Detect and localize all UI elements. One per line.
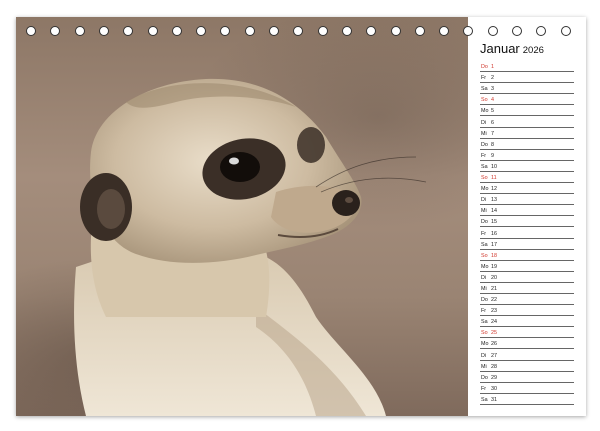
day-number: 8 (491, 141, 494, 148)
binding-ring (487, 26, 498, 36)
binding-ring (269, 26, 279, 36)
binding-ring (560, 26, 571, 36)
binding-ring (439, 26, 450, 36)
day-row: Fr 30 (480, 383, 574, 394)
day-row: Sa 10 (480, 161, 574, 172)
day-list: Do 1 Fr 2 Sa 3 So 4 Mo 5 Di 6 Mi 7 Do 8 Fr 9 Sa 10 So 11 Mo 12 D… (480, 61, 574, 405)
day-row: Sa 17 (480, 239, 574, 250)
day-number: 5 (491, 108, 494, 115)
day-number: 27 (491, 352, 497, 359)
month-name: Januar (480, 41, 520, 56)
day-row: Fr 16 (480, 227, 574, 239)
day-number: 21 (491, 285, 497, 292)
day-number: 24 (491, 319, 497, 326)
binding-ring (220, 26, 231, 36)
binding-ring (341, 26, 352, 36)
day-number: 7 (491, 130, 494, 137)
day-row: Do 8 (480, 139, 574, 150)
binding-ring (50, 26, 61, 36)
month-title: Januar 2026 (480, 41, 544, 56)
binding-ring (147, 26, 158, 36)
day-row: Fr 23 (480, 305, 574, 317)
day-row: Sa 3 (480, 83, 574, 95)
binding-ring (366, 26, 377, 36)
day-number: 9 (491, 152, 494, 159)
day-row: Do 29 (480, 372, 574, 383)
day-row: Do 15 (480, 216, 574, 228)
day-number: 31 (491, 396, 497, 403)
day-row: Di 27 (480, 349, 574, 361)
day-row: Fr 2 (480, 72, 574, 84)
day-row: Do 22 (480, 294, 574, 306)
year-label: 2026 (522, 45, 544, 56)
day-number: 28 (491, 363, 497, 370)
meerkat-photo (16, 17, 468, 416)
day-number: 14 (491, 208, 497, 215)
day-row: Di 6 (480, 116, 574, 128)
day-row: Fr 9 (480, 150, 574, 161)
day-row: Mi 14 (480, 205, 574, 217)
binding-ring (98, 26, 109, 36)
day-number: 22 (491, 297, 497, 304)
binding-ring (317, 26, 328, 36)
day-number: 23 (491, 308, 497, 315)
day-number: 29 (491, 374, 497, 381)
calendar-page: Januar 2026 Do 1 Fr 2 Sa 3 So 4 Mo 5 Di 6 Mi 7 Do 8 Fr 9 Sa… (16, 17, 586, 416)
binding-ring (26, 26, 36, 36)
day-number: 10 (491, 163, 497, 170)
meerkat-illustration (74, 78, 427, 416)
day-row: Di 13 (480, 194, 574, 206)
day-row: So 4 (480, 94, 574, 106)
day-number: 11 (491, 175, 497, 182)
binding-ring (536, 26, 547, 36)
day-row: Do 1 (480, 61, 574, 73)
day-number: 12 (491, 186, 497, 193)
day-number: 15 (491, 219, 497, 226)
day-row: Sa 24 (480, 316, 574, 328)
day-row: Mo 19 (480, 261, 574, 272)
binding-ring (123, 26, 134, 36)
day-row: Mi 28 (480, 361, 574, 372)
binding-ring (196, 26, 207, 36)
day-number: 17 (491, 241, 497, 248)
day-number: 16 (491, 230, 497, 237)
binding-ring (390, 26, 401, 36)
day-row: Mi 7 (480, 128, 574, 139)
day-row: Di 20 (480, 272, 574, 283)
day-number: 1 (491, 64, 494, 71)
binding-ring (512, 26, 522, 36)
binding-ring (244, 26, 255, 36)
day-row: Mo 26 (480, 338, 574, 350)
day-row: So 18 (480, 250, 574, 261)
day-number: 3 (491, 86, 494, 93)
day-row: Sa 31 (480, 394, 574, 405)
day-row: So 25 (480, 327, 574, 339)
day-row: So 11 (480, 172, 574, 184)
day-row: Mo 12 (480, 183, 574, 195)
day-number: 6 (491, 119, 494, 126)
day-row: Mo 5 (480, 105, 574, 117)
day-number: 19 (491, 263, 497, 270)
day-number: 26 (491, 341, 497, 348)
binding-ring (414, 26, 425, 36)
day-number: 30 (491, 385, 497, 392)
day-row: Mi 21 (480, 283, 574, 294)
binding-ring (171, 26, 182, 36)
binding-ring (463, 26, 474, 36)
day-number: 20 (491, 274, 497, 281)
day-number: 18 (491, 252, 497, 259)
day-number: 4 (491, 97, 494, 104)
binding-ring (293, 26, 304, 36)
day-number: 2 (491, 75, 494, 82)
day-number: 25 (491, 330, 497, 337)
day-number: 13 (491, 197, 497, 204)
binding-ring (74, 26, 85, 36)
